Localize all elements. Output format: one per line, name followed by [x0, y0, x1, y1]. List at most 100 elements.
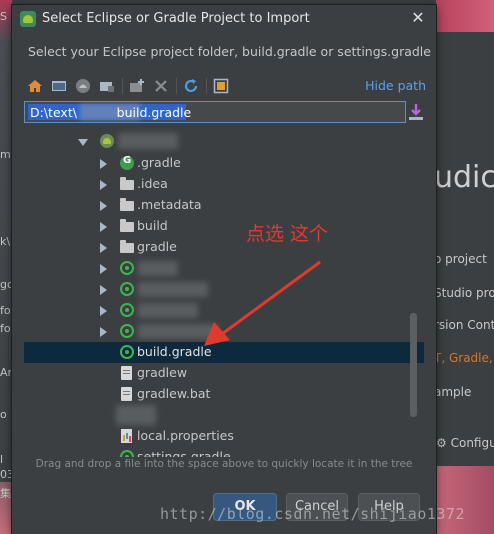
tree-row-label: .idea — [137, 176, 168, 191]
delete-icon — [155, 80, 167, 92]
welcome-item[interactable]: T, Gradle, — [436, 351, 493, 365]
file-icon — [121, 387, 132, 401]
module-button[interactable] — [98, 77, 116, 95]
redacted-name — [138, 324, 218, 339]
file-chooser-toolbar: Hide path — [26, 75, 426, 97]
welcome-item[interactable]: Studio pro — [436, 286, 494, 300]
android-studio-icon — [20, 11, 36, 27]
close-icon: ✕ — [411, 8, 425, 27]
tree-scrollbar[interactable] — [410, 313, 417, 417]
gradle-module-icon — [120, 261, 134, 275]
gear-icon: ⚙ — [436, 436, 447, 450]
gradle-icon — [120, 155, 134, 170]
tree-row-label: .gradle — [137, 155, 181, 170]
tree-row-label: local.properties — [137, 428, 234, 443]
download-arrow-icon — [409, 104, 423, 120]
gradle-sync-icon — [120, 345, 134, 359]
tree-row-root[interactable] — [24, 131, 424, 152]
new-folder-icon — [130, 79, 144, 92]
tree-row-label: gradle — [137, 239, 177, 254]
tree-row-selected[interactable]: build.gradle — [24, 342, 424, 363]
bg-left-fragment: Ar — [0, 366, 12, 379]
tree-row-redacted[interactable] — [24, 405, 424, 426]
import-project-dialog: Select Eclipse or Gradle Project to Impo… — [12, 5, 436, 534]
tree-row[interactable]: gradlew.bat — [24, 384, 424, 405]
expand-arrow-icon[interactable] — [100, 243, 107, 253]
bg-left-fragment: 03 — [0, 468, 12, 481]
expand-arrow-icon[interactable] — [100, 159, 107, 169]
show-hidden-button[interactable] — [212, 77, 230, 95]
gradle-module-icon — [120, 324, 134, 338]
tree-row-redacted[interactable] — [24, 321, 424, 342]
properties-file-icon — [121, 429, 132, 443]
background-titlebar — [436, 0, 494, 32]
expand-arrow-icon[interactable] — [100, 264, 107, 274]
bg-left-fragment: fo — [0, 304, 11, 317]
delete-button[interactable] — [152, 77, 170, 95]
path-field[interactable]: D:\text\ build.gradle — [24, 101, 406, 123]
welcome-item[interactable]: ample — [436, 385, 471, 399]
folder-icon — [120, 240, 134, 253]
home-button[interactable] — [26, 77, 44, 95]
tree-row-redacted[interactable] — [24, 300, 424, 321]
expand-arrow-icon[interactable] — [100, 201, 107, 211]
configure-menu[interactable]: ⚙ Configu — [436, 436, 494, 450]
expand-arrow-icon[interactable] — [100, 285, 107, 295]
toolbar-separator — [206, 78, 207, 94]
tree-row-redacted[interactable] — [24, 279, 424, 300]
bg-left-fragment: l — [0, 453, 4, 466]
welcome-item[interactable]: o project — [436, 252, 487, 266]
desktop-icon — [52, 81, 66, 91]
welcome-item[interactable]: rsion Cont — [436, 318, 494, 332]
tree-row-label: settings.gradle — [137, 449, 231, 457]
tree-row[interactable]: .gradle — [24, 153, 424, 174]
tree-row[interactable]: gradlew — [24, 363, 424, 384]
tree-row-label: gradlew — [137, 365, 188, 380]
tree-row[interactable]: settings.gradle — [24, 447, 424, 457]
close-button[interactable]: ✕ — [408, 8, 428, 28]
welcome-title-fragment: udic — [436, 160, 494, 195]
bg-left-fragment: m — [0, 148, 11, 161]
redacted-name — [138, 282, 208, 297]
background-welcome-screen: udic o project Studio pro rsion Cont T, … — [436, 0, 494, 534]
background-bottom-area — [436, 466, 494, 534]
tree-row[interactable]: .idea — [24, 174, 424, 195]
dialog-title: Select Eclipse or Gradle Project to Impo… — [42, 11, 310, 26]
folder-icon — [120, 177, 134, 190]
desktop-button[interactable] — [50, 77, 68, 95]
gradle-module-icon — [120, 303, 134, 317]
dialog-titlebar: Select Eclipse or Gradle Project to Impo… — [12, 5, 436, 33]
bg-left-fragment: k\ — [0, 235, 11, 248]
new-folder-button[interactable] — [128, 77, 146, 95]
expand-arrow-icon[interactable] — [100, 180, 107, 190]
home-icon — [28, 80, 42, 92]
show-hidden-files-icon — [213, 78, 229, 94]
android-project-icon — [100, 134, 114, 148]
hide-path-link[interactable]: Hide path — [365, 78, 426, 93]
redacted-name — [116, 405, 156, 425]
expand-arrow-icon[interactable] — [100, 306, 107, 316]
redacted-path-segment — [80, 104, 140, 120]
tree-row[interactable]: .metadata — [24, 195, 424, 216]
collapse-arrow-icon[interactable] — [78, 139, 88, 146]
tree-row-redacted[interactable] — [24, 258, 424, 279]
tree-row-label: .metadata — [137, 197, 202, 212]
bg-left-fragment: o — [0, 408, 7, 421]
bg-left-fragment: S — [0, 10, 7, 23]
tree-row[interactable]: local.properties — [24, 426, 424, 447]
expand-arrow-icon[interactable] — [100, 327, 107, 337]
android-project-icon — [76, 79, 90, 93]
gradle-module-icon — [120, 282, 134, 296]
background-left-strip: S m k\ go fo fo Ar o l 03 集 — [0, 0, 12, 534]
tree-row[interactable]: gradle — [24, 237, 424, 258]
expand-arrow-icon[interactable] — [100, 222, 107, 232]
project-button[interactable] — [74, 77, 92, 95]
tree-row[interactable]: build — [24, 216, 424, 237]
refresh-button[interactable] — [182, 77, 200, 95]
file-tree[interactable]: .gradle .idea .metadata build gradle — [24, 127, 424, 457]
folder-icon — [120, 198, 134, 211]
path-history-button[interactable] — [408, 103, 424, 121]
folder-icon — [120, 219, 134, 232]
tree-row-label: build.gradle — [137, 344, 212, 359]
watermark: http://blog.csdn.net/shijiao1372 — [160, 505, 465, 523]
